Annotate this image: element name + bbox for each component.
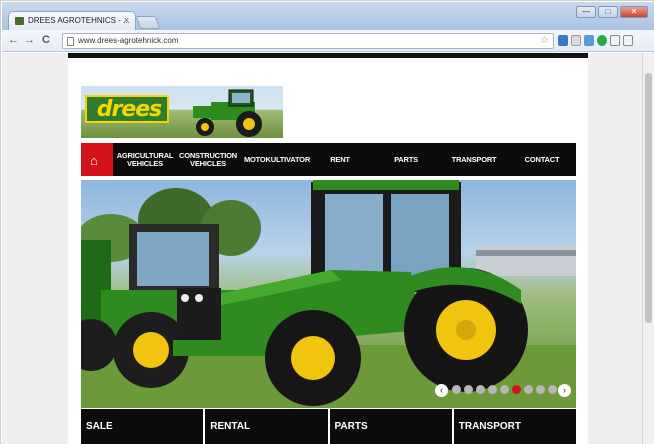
slider-prev-button[interactable]: ‹ [435,384,448,397]
nav-item-rent[interactable]: RENT [317,143,363,176]
category-transport[interactable]: TRANSPORT [453,409,576,444]
nav-item-parts[interactable]: PARTS [377,143,435,176]
page-icon [67,37,74,46]
page-viewport: drees ⌂ AGRICULTURAL VEHICLES CONSTRUCTI… [2,53,642,444]
site-logo[interactable]: drees [81,86,283,138]
slider-dot[interactable] [500,385,509,394]
extension-icons [558,35,633,46]
tab-title: DREES AGROTEHNICS - ... [28,16,130,25]
maximize-button[interactable]: □ [598,6,618,18]
nav-item-transport[interactable]: TRANSPORT [441,143,507,176]
nav-item-agricultural-vehicles[interactable]: AGRICULTURAL VEHICLES [115,143,175,176]
slider-pagination [452,385,569,394]
new-tab-button[interactable] [135,16,161,29]
slider-next-button[interactable]: › [558,384,571,397]
puzzle-extension-icon[interactable] [584,35,594,46]
reload-button[interactable]: C [42,34,50,46]
scrollbar-thumb[interactable] [645,73,652,323]
slider-dot[interactable] [548,385,557,394]
browser-toolbar: ← → C www.drees-agrotehnick.com ☆ [2,30,654,52]
tab-favicon-icon [15,17,24,25]
settings-menu-icon[interactable] [623,35,633,46]
nav-item-contact[interactable]: CONTACT [511,143,573,176]
logo-text: drees [96,97,163,122]
top-bar [68,53,588,58]
slider-dot[interactable] [464,385,473,394]
category-rental[interactable]: RENTAL [205,409,328,444]
browser-tab[interactable]: DREES AGROTEHNICS - ... × [8,11,136,31]
hero-tractor-image [81,180,576,408]
website-container: drees ⌂ AGRICULTURAL VEHICLES CONSTRUCTI… [68,53,588,444]
tab-close-icon[interactable]: × [124,15,129,25]
slider-dot[interactable] [488,385,497,394]
browser-titlebar: DREES AGROTEHNICS - ... × — □ ✕ [2,2,654,31]
address-bar[interactable]: www.drees-agrotehnick.com ☆ [62,33,554,49]
circle-extension-icon[interactable] [597,35,607,46]
nav-item-construction-vehicles[interactable]: CONSTRUCTION VEHICLES [177,143,239,176]
main-navigation: ⌂ AGRICULTURAL VEHICLES CONSTRUCTION VEH… [81,143,576,176]
logo-badge: drees [85,95,169,123]
translate-extension-icon[interactable] [571,35,581,46]
hero-slider[interactable] [81,180,576,408]
window-controls: — □ ✕ [576,6,648,18]
category-sale[interactable]: SALE [81,409,204,444]
slider-dot[interactable] [452,385,461,394]
slider-dot-active[interactable] [512,385,521,394]
slider-dot[interactable] [536,385,545,394]
address-bar-url: www.drees-agrotehnick.com [78,36,179,45]
slider-dot[interactable] [476,385,485,394]
back-button[interactable]: ← [8,34,19,46]
page-menu-icon[interactable] [610,35,620,46]
browser-window: DREES AGROTEHNICS - ... × — □ ✕ ← → C ww… [0,0,654,444]
logo-tractor-icon [193,89,262,137]
mail-extension-icon[interactable] [558,35,568,46]
close-window-button[interactable]: ✕ [620,6,648,18]
category-tiles: SALE RENTAL PARTS TRANSPORT [81,409,576,444]
nav-item-motokultivator[interactable]: MOTOKULTIVATOR [241,143,313,176]
slider-dot[interactable] [524,385,533,394]
category-parts[interactable]: PARTS [329,409,452,444]
vertical-scrollbar[interactable] [642,53,654,444]
nav-home-button[interactable]: ⌂ [81,143,113,176]
forward-button[interactable]: → [24,34,35,46]
home-icon: ⌂ [90,153,98,168]
bookmark-star-icon[interactable]: ☆ [540,35,549,46]
minimize-button[interactable]: — [576,6,596,18]
